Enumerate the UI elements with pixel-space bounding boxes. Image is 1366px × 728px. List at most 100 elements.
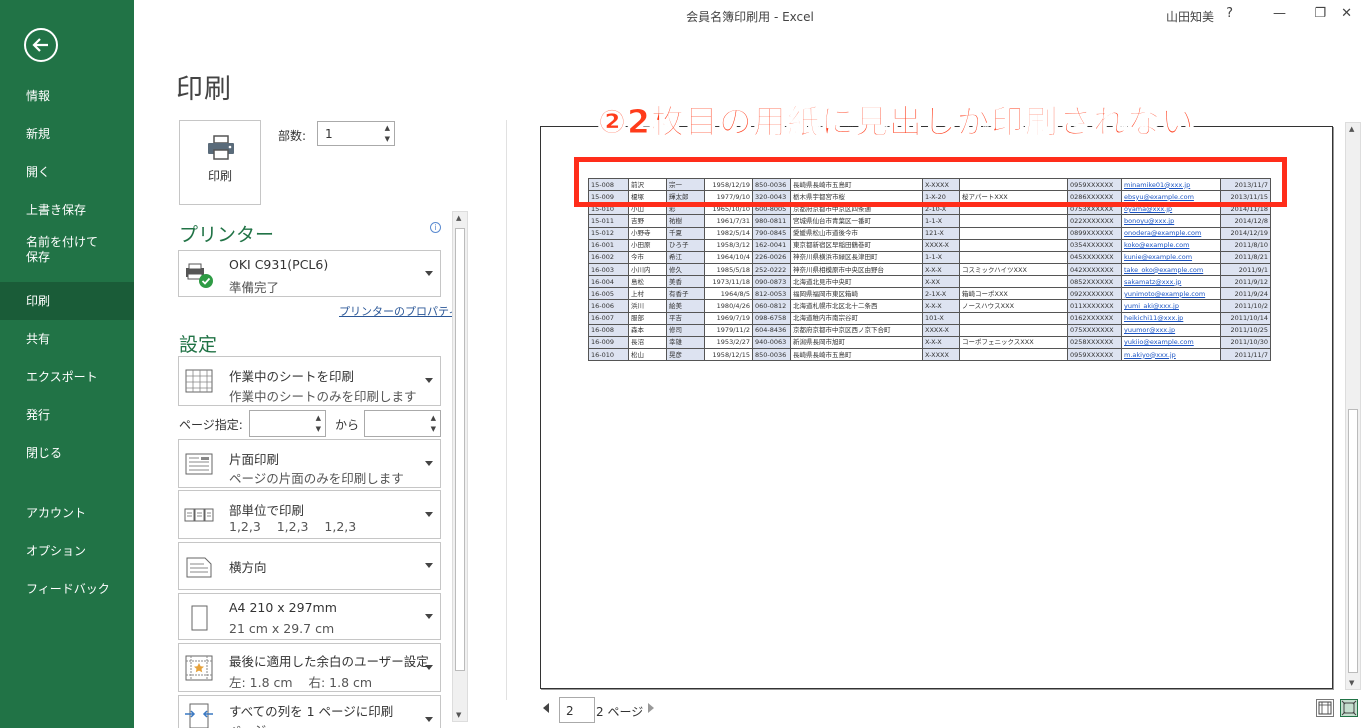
sidebar-item-8[interactable]: 発行	[0, 408, 134, 423]
table-cell: 042XXXXXXX	[1067, 262, 1122, 277]
table-cell: 千夏	[666, 226, 705, 240]
table-cell: 0959XXXXXX	[1067, 347, 1122, 362]
sidebar-item-3[interactable]: 上書き保存	[0, 203, 134, 218]
zoom-to-page-button[interactable]	[1340, 699, 1358, 717]
page-total: 2 ページ	[596, 705, 644, 719]
table-cell: 604-8436	[752, 323, 791, 337]
table-cell: 850-0036	[752, 347, 791, 362]
sidebar-item-5[interactable]: 印刷	[0, 282, 134, 320]
scroll-down-icon[interactable]: ▼	[1349, 679, 1354, 687]
settings-scroll-thumb[interactable]	[455, 228, 465, 671]
table-cell: 晃彦	[666, 347, 705, 362]
spin-up-icon[interactable]: ▲	[431, 414, 436, 422]
close-button[interactable]: ✕	[1341, 6, 1352, 21]
print-what-desc: 作業中のシートのみを印刷します	[229, 389, 417, 404]
table-cell: 島松	[628, 275, 667, 289]
table-cell: 神奈川県横浜市緑区長津田町	[790, 250, 923, 264]
scaling-icon	[185, 703, 213, 728]
settings-heading: 設定	[179, 334, 218, 356]
margins-icon	[185, 655, 213, 681]
sidebar-item-12[interactable]: フィードバック	[0, 582, 134, 597]
table-cell: X-X-X	[922, 335, 960, 349]
next-page-icon[interactable]	[648, 703, 654, 713]
sidebar-item-4[interactable]: 名前を付けて 保存	[0, 235, 134, 265]
copies-stepper[interactable]: 1 ▲ ▼	[317, 121, 395, 146]
sidebar-item-0[interactable]: 情報	[0, 89, 134, 104]
table-cell: 045XXXXXXX	[1067, 250, 1122, 264]
table-cell: yukiio@example.com	[1121, 335, 1221, 349]
minimize-button[interactable]: —	[1273, 6, 1286, 21]
sidebar-item-6[interactable]: 共有	[0, 332, 134, 347]
table-row: 16-009 長沼 幸雄 1953/2/27 940-0063 新潟県長岡市旭町 X-X-X…	[588, 335, 1271, 349]
table-cell: コーポフェニックスXXX	[959, 335, 1068, 349]
preview-scroll-thumb[interactable]	[1348, 409, 1358, 673]
sidebar-item-9[interactable]: 閉じる	[0, 446, 134, 461]
spin-down-icon[interactable]: ▼	[385, 135, 390, 143]
table-cell: 2-1X-X	[922, 287, 960, 301]
table-cell: 252-0222	[752, 262, 791, 277]
page-to-input[interactable]: ▲ ▼	[364, 410, 441, 437]
spin-down-icon[interactable]: ▼	[316, 425, 321, 433]
show-margins-icon	[1318, 701, 1332, 715]
print-button[interactable]: 印刷	[179, 120, 261, 205]
scroll-up-icon[interactable]: ▲	[456, 214, 461, 222]
copies-label: 部数:	[278, 129, 307, 143]
sidebar-item-1[interactable]: 新規	[0, 127, 134, 142]
page-from-input[interactable]: ▲ ▼	[249, 410, 326, 437]
spin-down-icon[interactable]: ▼	[431, 425, 436, 433]
scroll-down-icon[interactable]: ▼	[456, 711, 461, 719]
restore-button[interactable]: ❐	[1314, 6, 1326, 21]
sides-dropdown[interactable]: 片面印刷 ページの片面のみを印刷します	[178, 439, 441, 488]
table-cell: 022XXXXXXX	[1067, 214, 1122, 228]
show-margins-button[interactable]	[1316, 699, 1334, 717]
sidebar-item-2[interactable]: 開く	[0, 165, 134, 180]
annotation-text: ②2枚目の用紙に見出しが印刷されない	[598, 102, 1195, 142]
spin-up-icon[interactable]: ▲	[385, 124, 390, 132]
paper-size-dropdown[interactable]: A4 210 x 297mm 21 cm x 29.7 cm	[178, 593, 441, 640]
print-what-dropdown[interactable]: 作業中のシートを印刷 作業中のシートのみを印刷します	[178, 356, 441, 406]
settings-scrollbar[interactable]: ▲ ▼	[452, 211, 468, 722]
table-cell: 1958/3/12	[704, 238, 753, 252]
info-icon[interactable]: i	[430, 222, 441, 233]
sidebar-item-11[interactable]: オプション	[0, 544, 134, 559]
collate-dropdown[interactable]: 部単位で印刷 1,2,3 1,2,3 1,2,3	[178, 490, 441, 539]
printer-properties-link[interactable]: プリンターのプロパティ	[339, 303, 459, 319]
table-cell: 090-0873	[752, 275, 791, 289]
table-cell: 0258XXXXXX	[1067, 335, 1122, 349]
current-page-input[interactable]: 2	[559, 697, 595, 723]
spin-up-icon[interactable]: ▲	[316, 414, 321, 422]
annotation-highlight-box	[574, 157, 1287, 207]
table-cell: 16-001	[588, 238, 629, 252]
table-cell: ひろ子	[666, 238, 705, 252]
table-cell: yumi_aki@xxx.jp	[1121, 299, 1221, 313]
orientation-label: 横方向	[229, 560, 267, 575]
preview-scrollbar[interactable]: ▲ ▼	[1345, 122, 1361, 690]
table-cell: 098-6758	[752, 311, 791, 325]
table-cell: 小川内	[628, 262, 667, 277]
chevron-down-icon	[425, 270, 433, 276]
table-cell: 0852XXXXXX	[1067, 275, 1122, 289]
table-row: 16-006 浜川 絵美 1980/4/26 060-0812 北海道札幌市北区北十二条西…	[588, 299, 1271, 313]
user-name[interactable]: 山田知美	[1166, 8, 1214, 25]
table-row: 16-007 服部 平吉 1969/7/19 098-6758 北海道稚内市南宗谷町 101…	[588, 311, 1271, 325]
sidebar-item-7[interactable]: エクスポート	[0, 370, 134, 385]
back-button[interactable]	[24, 28, 58, 62]
orientation-dropdown[interactable]: 横方向	[178, 542, 441, 590]
table-cell: 新潟県長岡市旭町	[790, 335, 923, 349]
scaling-dropdown[interactable]: すべての列を 1 ページに印刷 ページ	[178, 695, 441, 728]
table-cell: XXXX-X	[922, 238, 960, 252]
chevron-down-icon	[425, 378, 433, 383]
table-cell: X-X-X	[922, 299, 960, 313]
sidebar-item-10[interactable]: アカウント	[0, 506, 134, 521]
chevron-down-icon	[425, 613, 433, 619]
table-cell: 1-1-X	[922, 250, 960, 264]
table-cell	[959, 323, 1068, 337]
printer-dropdown[interactable]: OKI C931(PCL6) 準備完了	[178, 250, 441, 297]
current-page-value: 2	[566, 704, 574, 718]
help-button[interactable]: ?	[1226, 6, 1233, 21]
table-cell: X-XX	[922, 275, 960, 289]
margins-dropdown[interactable]: 最後に適用した余白のユーザー設定 左: 1.8 cm 右: 1.8 cm	[178, 643, 441, 692]
scroll-up-icon[interactable]: ▲	[1349, 125, 1354, 133]
prev-page-icon[interactable]	[543, 703, 549, 713]
printer-name: OKI C931(PCL6)	[229, 257, 329, 272]
